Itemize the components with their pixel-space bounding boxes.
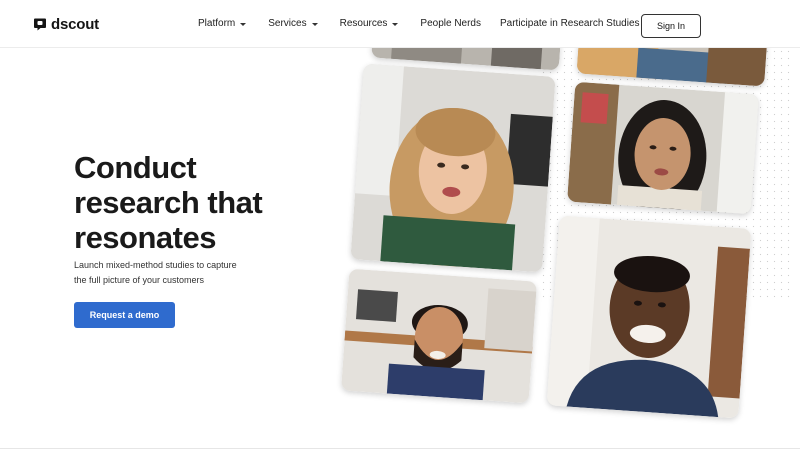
- request-demo-button[interactable]: Request a demo: [74, 302, 175, 328]
- brand-logo[interactable]: dscout: [34, 16, 99, 33]
- hero-headline: Conduct research that resonates: [74, 150, 263, 255]
- video-tile-participant-2: [567, 81, 759, 215]
- nav-item-services[interactable]: Services: [268, 18, 318, 29]
- subtext-line: Launch mixed-method studies to capture: [74, 260, 237, 270]
- video-tile-participant-1: [350, 63, 556, 273]
- participant-video-image: [567, 81, 759, 215]
- participant-video-image: [546, 215, 752, 419]
- video-tile-participant-3: [340, 268, 538, 404]
- chevron-down-icon: [240, 22, 247, 26]
- main-menu: Platform Services Resources People Nerds…: [198, 18, 640, 29]
- nav-item-label: People Nerds: [420, 18, 481, 29]
- subtext-line: the full picture of your customers: [74, 275, 205, 285]
- participant-video-image: [350, 63, 556, 273]
- speech-bubble-logo-icon: [34, 18, 46, 31]
- nav-item-label: Platform: [198, 18, 236, 29]
- chevron-down-icon: [392, 22, 399, 26]
- nav-item-resources[interactable]: Resources: [340, 18, 399, 29]
- nav-item-people-nerds[interactable]: People Nerds: [420, 18, 481, 29]
- hero-subtext: Launch mixed-method studies to capture t…: [74, 258, 237, 288]
- nav-item-platform[interactable]: Platform: [198, 18, 247, 29]
- video-tile-participant-4: [546, 215, 752, 419]
- headline-line: research that: [74, 185, 263, 220]
- nav-item-label: Participate in Research Studies: [500, 18, 640, 29]
- sign-in-button[interactable]: Sign In: [641, 14, 701, 38]
- nav-item-label: Resources: [339, 18, 388, 29]
- headline-line: Conduct: [74, 150, 197, 185]
- nav-item-participate[interactable]: Participate in Research Studies: [500, 18, 640, 29]
- headline-line: resonates: [74, 220, 216, 255]
- brand-name: dscout: [51, 16, 99, 33]
- nav-item-label: Services: [268, 18, 307, 29]
- section-divider: [0, 448, 800, 449]
- chevron-down-icon: [311, 22, 318, 26]
- top-nav: dscout Platform Services Resources Peopl…: [0, 0, 800, 48]
- participant-video-image: [340, 268, 538, 404]
